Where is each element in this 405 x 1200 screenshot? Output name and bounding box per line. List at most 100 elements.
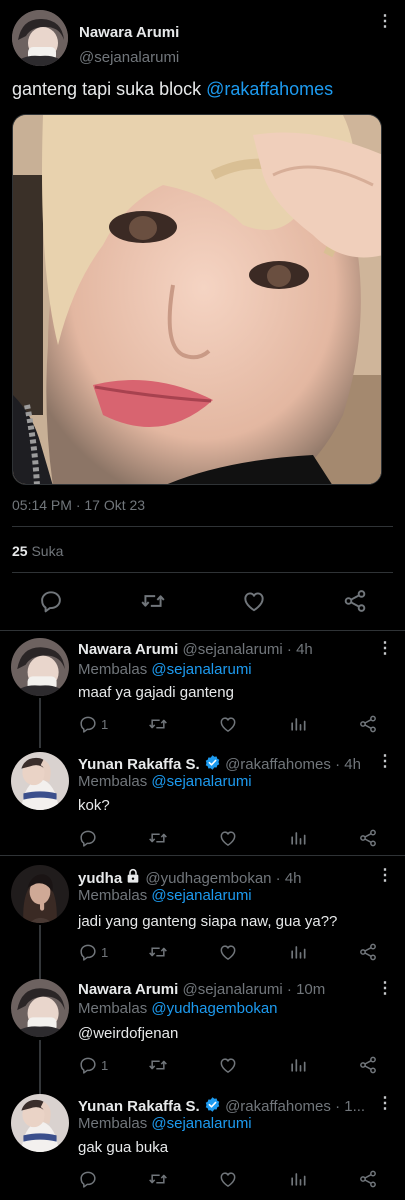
- more-dots-icon[interactable]: ⋮: [377, 641, 393, 657]
- reply-author-name[interactable]: Nawara Arumi: [78, 981, 178, 998]
- reply-avatar[interactable]: [11, 638, 69, 696]
- retweet-icon[interactable]: [148, 714, 168, 734]
- reply-button[interactable]: 1: [78, 1055, 108, 1075]
- more-dots-icon[interactable]: ⋮: [377, 868, 393, 884]
- reply-author: Yunan Rakaffa S. @rakaffahomes · 4h: [78, 754, 361, 773]
- replying-label: Membalas: [78, 773, 148, 790]
- share-icon[interactable]: [358, 1055, 378, 1075]
- like-icon[interactable]: [218, 1169, 238, 1189]
- author-avatar[interactable]: [12, 10, 68, 66]
- reply-author: Nawara Arumi @sejanalarumi · 10m: [78, 981, 325, 998]
- reply-handle-time[interactable]: @yudhagembokan · 4h: [145, 870, 301, 887]
- share-icon[interactable]: [342, 588, 368, 614]
- main-tweet-actions: [0, 588, 405, 618]
- reply-item[interactable]: yudha @yudhagembokan · 4h ⋮ Membalas @se…: [0, 856, 405, 968]
- reply-actions: 1: [0, 714, 405, 738]
- author-handle[interactable]: @sejanalarumi: [79, 49, 179, 66]
- share-icon[interactable]: [358, 828, 378, 848]
- replying-to: Membalas @yudhagembokan: [78, 1000, 278, 1017]
- views-icon[interactable]: [288, 942, 308, 962]
- share-icon[interactable]: [358, 1169, 378, 1189]
- retweet-icon[interactable]: [148, 942, 168, 962]
- reply-handle-time[interactable]: @sejanalarumi · 4h: [182, 641, 312, 658]
- retweet-icon[interactable]: [148, 1055, 168, 1075]
- replying-to-link[interactable]: @sejanalarumi: [151, 887, 251, 904]
- like-icon[interactable]: [218, 828, 238, 848]
- reply-handle-time[interactable]: @rakaffahomes · 4h: [225, 756, 361, 773]
- views-icon[interactable]: [288, 1055, 308, 1075]
- reply-actions: [0, 828, 405, 852]
- reply-avatar[interactable]: [11, 752, 69, 810]
- verified-badge-icon: [204, 754, 221, 771]
- reply-text: maaf ya gajadi ganteng: [78, 684, 234, 701]
- like-label: Suka: [31, 543, 64, 559]
- retweet-icon[interactable]: [148, 1169, 168, 1189]
- replying-to-link[interactable]: @yudhagembokan: [151, 1000, 277, 1017]
- like-icon[interactable]: [218, 942, 238, 962]
- reply-author-name[interactable]: Nawara Arumi: [78, 641, 178, 658]
- reply-button[interactable]: [78, 828, 101, 848]
- like-icon[interactable]: [241, 588, 267, 614]
- replying-to-link[interactable]: @sejanalarumi: [151, 1115, 251, 1132]
- reply-item[interactable]: Nawara Arumi @sejanalarumi · 4h ⋮ Membal…: [0, 630, 405, 742]
- reply-avatar[interactable]: [11, 865, 69, 923]
- reply-icon: [78, 828, 98, 848]
- more-dots-icon[interactable]: ⋮: [377, 981, 393, 997]
- tweet-photo[interactable]: [12, 114, 382, 485]
- reply-text: jadi yang ganteng siapa naw, gua ya??: [78, 913, 338, 930]
- tweet-mention-link[interactable]: @rakaffahomes: [206, 79, 333, 99]
- verified-badge-icon: [204, 1096, 221, 1113]
- reply-author: Nawara Arumi @sejanalarumi · 4h: [78, 641, 313, 658]
- share-icon[interactable]: [358, 942, 378, 962]
- reply-mention-link[interactable]: @weirdofjenan: [78, 1025, 178, 1042]
- replying-to: Membalas @sejanalarumi: [78, 773, 252, 790]
- reply-author-name[interactable]: yudha: [78, 870, 122, 887]
- reply-handle-time[interactable]: @rakaffahomes · 1...: [225, 1098, 365, 1115]
- tweet-timestamp[interactable]: 05:14 PM · 17 Okt 23: [12, 497, 145, 513]
- reply-icon: [78, 1055, 98, 1075]
- reply-avatar[interactable]: [11, 1094, 69, 1152]
- views-icon[interactable]: [288, 828, 308, 848]
- like-icon[interactable]: [218, 1055, 238, 1075]
- reply-item[interactable]: Nawara Arumi @sejanalarumi · 10m ⋮ Memba…: [0, 969, 405, 1081]
- retweet-icon[interactable]: [148, 828, 168, 848]
- reply-item[interactable]: Yunan Rakaffa S. @rakaffahomes · 4h ⋮ Me…: [0, 742, 405, 854]
- tweet-text: ganteng tapi suka block @rakaffahomes: [12, 79, 333, 100]
- replying-label: Membalas: [78, 1000, 148, 1017]
- main-tweet-header: Nawara Arumi @sejanalarumi: [12, 10, 392, 70]
- reply-actions: [0, 1169, 405, 1193]
- reply-author-name[interactable]: Yunan Rakaffa S.: [78, 1098, 200, 1115]
- replying-label: Membalas: [78, 661, 148, 678]
- retweet-icon[interactable]: [140, 588, 166, 614]
- reply-item[interactable]: Yunan Rakaffa S. @rakaffahomes · 1... ⋮ …: [0, 1082, 405, 1200]
- share-icon[interactable]: [358, 714, 378, 734]
- views-icon[interactable]: [288, 714, 308, 734]
- reply-author: Yunan Rakaffa S. @rakaffahomes · 1...: [78, 1096, 365, 1115]
- reply-button[interactable]: [78, 1169, 101, 1189]
- like-icon[interactable]: [218, 714, 238, 734]
- reply-button[interactable]: 1: [78, 714, 108, 734]
- views-icon[interactable]: [288, 1169, 308, 1189]
- reply-icon: [78, 1169, 98, 1189]
- lock-icon: [125, 868, 141, 884]
- reply-author-name[interactable]: Yunan Rakaffa S.: [78, 756, 200, 773]
- divider: [12, 572, 393, 573]
- reply-text: kok?: [78, 797, 110, 814]
- reply-actions: 1: [0, 942, 405, 966]
- more-dots-icon[interactable]: ⋮: [377, 754, 393, 770]
- replying-to: Membalas @sejanalarumi: [78, 887, 252, 904]
- like-count: 25: [12, 543, 28, 559]
- like-stats[interactable]: 25 Suka: [12, 543, 63, 559]
- replying-to-link[interactable]: @sejanalarumi: [151, 773, 251, 790]
- more-dots-icon[interactable]: ⋮: [377, 14, 393, 30]
- reply-icon[interactable]: [38, 588, 64, 614]
- reply-author: yudha @yudhagembokan · 4h: [78, 868, 302, 887]
- tweet-text-body: ganteng tapi suka block: [12, 79, 207, 99]
- author-name[interactable]: Nawara Arumi: [79, 24, 179, 41]
- reply-avatar[interactable]: [11, 979, 69, 1037]
- more-dots-icon[interactable]: ⋮: [377, 1096, 393, 1112]
- reply-handle-time[interactable]: @sejanalarumi · 10m: [182, 981, 325, 998]
- reply-button[interactable]: 1: [78, 942, 108, 962]
- reply-count: 1: [101, 716, 109, 732]
- replying-to-link[interactable]: @sejanalarumi: [151, 661, 251, 678]
